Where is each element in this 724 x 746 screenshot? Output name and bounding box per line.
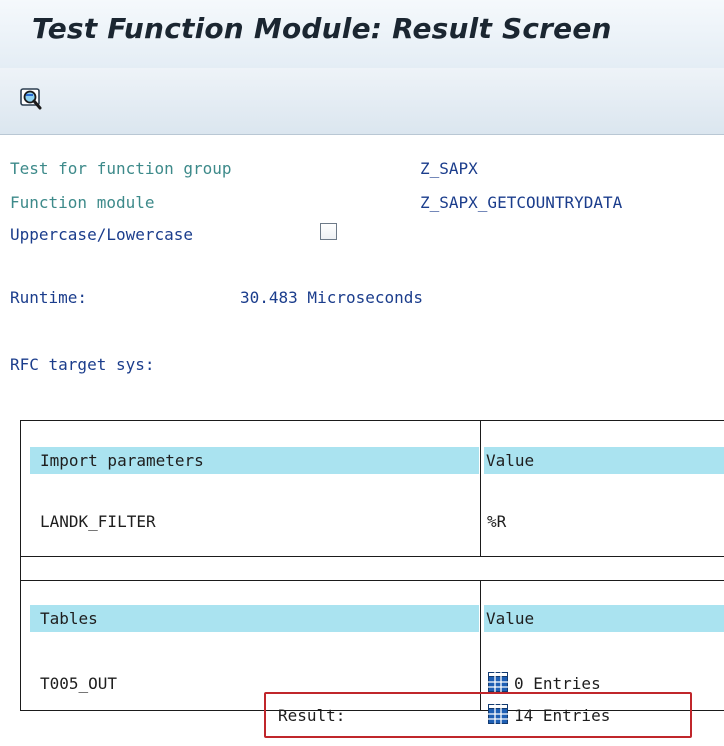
import-param-name[interactable]: LANDK_FILTER <box>40 512 156 532</box>
import-header-name: Import parameters <box>30 447 479 474</box>
title-bar: Test Function Module: Result Screen <box>0 0 724 69</box>
window-title: Test Function Module: Result Screen <box>32 12 612 45</box>
import-header-value: Value <box>484 447 724 474</box>
result-highlight-box <box>264 692 692 738</box>
case-label: Uppercase/Lowercase <box>10 225 194 244</box>
case-checkbox[interactable] <box>320 223 337 240</box>
function-group-label: Test for function group <box>10 159 232 178</box>
table-input-entries[interactable]: 0 Entries <box>514 674 601 694</box>
magnifier-icon[interactable] <box>20 88 46 112</box>
function-group-value: Z_SAPX <box>420 159 478 178</box>
section-divider-top <box>20 556 724 557</box>
runtime-value: 30.483 Microseconds <box>240 288 424 307</box>
import-param-value[interactable]: %R <box>487 512 506 532</box>
tables-header-name: Tables <box>30 605 479 632</box>
function-module-label: Function module <box>10 193 155 212</box>
table-param-name[interactable]: T005_OUT <box>40 674 117 694</box>
runtime-label: Runtime: <box>10 288 88 307</box>
table-grid-icon[interactable] <box>488 672 508 692</box>
section-divider-bottom <box>20 580 724 581</box>
function-module-value: Z_SAPX_GETCOUNTRYDATA <box>420 193 623 212</box>
section-gap <box>20 556 724 580</box>
rfc-target-label: RFC target sys: <box>10 355 155 374</box>
tables-header-value: Value <box>484 605 724 632</box>
application-toolbar <box>0 68 724 135</box>
